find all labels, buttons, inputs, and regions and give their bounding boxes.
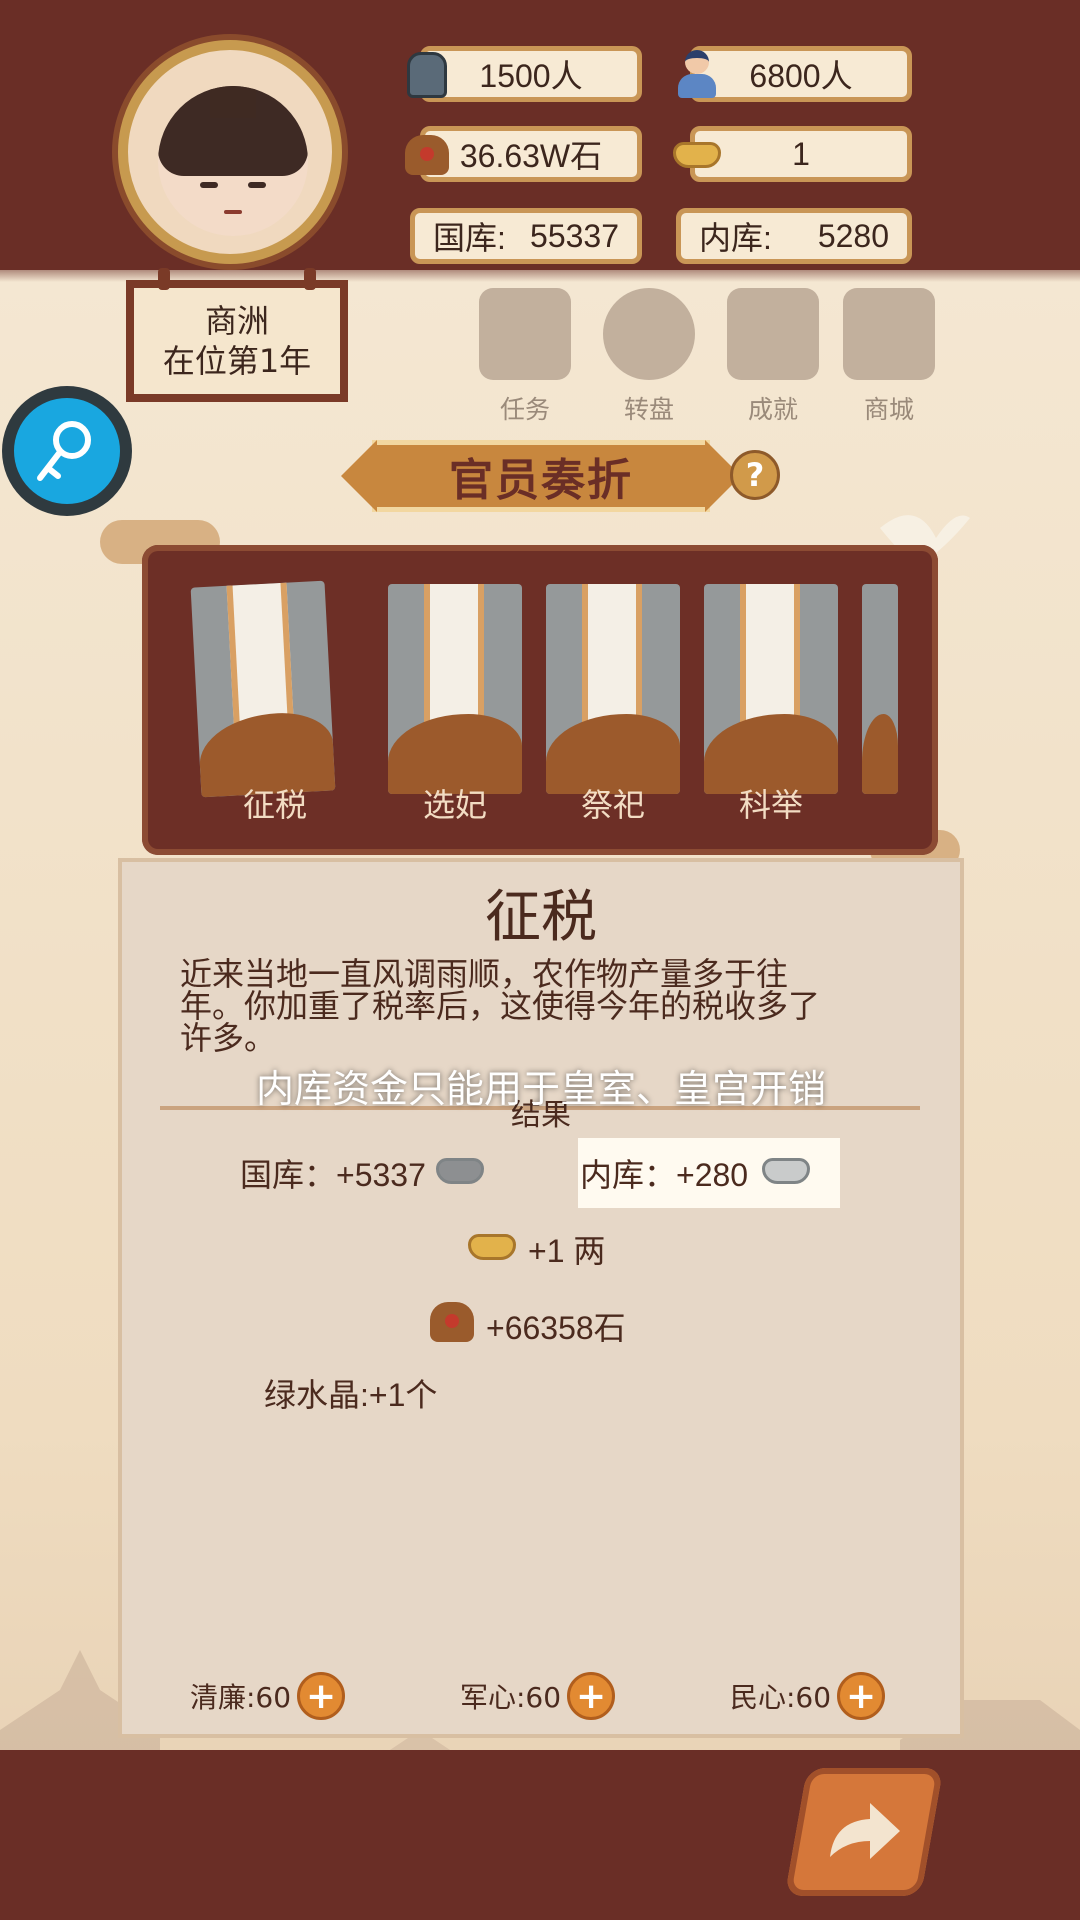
stat-integrity-label: 清廉:60 <box>190 1681 292 1714</box>
card-label-consort: 选妃 <box>422 786 487 824</box>
next-button[interactable] <box>784 1768 944 1896</box>
panel-title: 征税 <box>485 885 597 950</box>
question-icon: ? <box>745 456 765 494</box>
shop-icon <box>843 288 935 380</box>
grain-value: 36.63W石 <box>459 138 603 174</box>
army-plus-button[interactable]: + <box>567 1672 616 1720</box>
soldiers-pill: 1500人 <box>407 46 642 102</box>
menu-tasks-label: 任务 <box>499 395 550 424</box>
gold-value: 1 <box>792 135 810 172</box>
memorial-card-sacrifice[interactable] <box>546 584 680 794</box>
inner-treasury-value: 5280 <box>817 217 889 254</box>
description-line: 许多。 <box>180 1019 277 1057</box>
result-inner-treasury[interactable]: 内库：+280 <box>580 1150 811 1196</box>
wheel-icon <box>603 288 695 380</box>
result-gold-text: +1 两 <box>528 1233 606 1269</box>
citizen-icon <box>669 47 725 103</box>
grain-sack-icon <box>399 127 455 183</box>
stat-public-morale: 民心:60 + <box>730 1672 886 1720</box>
stat-army-morale: 军心:60 + <box>460 1672 616 1720</box>
result-state-treasury: 国库：+5337 <box>240 1150 484 1196</box>
menu-wheel[interactable]: 转盘 <box>594 288 704 424</box>
avatar-portrait <box>158 86 308 236</box>
stat-army-label: 军心:60 <box>460 1681 562 1714</box>
memorial-card-exam[interactable] <box>704 584 838 794</box>
result-grain-text: +66358石 <box>486 1310 626 1346</box>
public-plus-button[interactable]: + <box>837 1672 886 1720</box>
card-label-exam: 科举 <box>738 786 803 824</box>
menu-wheel-label: 转盘 <box>623 395 674 424</box>
memorial-card-tax[interactable] <box>190 580 336 798</box>
scroll-icon <box>479 288 571 380</box>
help-button[interactable]: ? <box>730 450 780 500</box>
result-crystal-text: 绿水晶:+1个 <box>264 1377 438 1413</box>
inner-treasury-label: 内库: <box>699 220 772 256</box>
description-line: 年。你加重了税率后，这使得今年的税收多了 <box>180 987 821 1025</box>
trophy-icon <box>727 288 819 380</box>
inner-treasury-pill: 内库: 5280 <box>676 208 912 264</box>
result-grain: +66358石 <box>430 1302 626 1350</box>
inner-treasury-tooltip: 内库资金只能用于皇室、皇宫开销 <box>255 1067 826 1111</box>
state-treasury-label: 国库: <box>433 220 506 256</box>
memorial-card-partial[interactable] <box>862 584 898 794</box>
menu-shop-label: 商城 <box>863 395 914 424</box>
population-value: 6800人 <box>749 58 853 94</box>
silver-ingot-icon <box>762 1155 811 1192</box>
description-line: 近来当地一直风调雨顺，农作物产量多于往 <box>180 955 789 993</box>
memorial-card-consort[interactable] <box>388 584 522 794</box>
result-inner-treasury-text: 内库：+280 <box>580 1157 749 1193</box>
key-icon <box>14 398 120 504</box>
gold-ingot-icon <box>669 127 725 183</box>
grain-sack-icon <box>430 1302 474 1350</box>
menu-tasks[interactable]: 任务 <box>470 288 580 424</box>
stat-public-label: 民心:60 <box>730 1681 832 1714</box>
integrity-plus-button[interactable]: + <box>297 1672 346 1720</box>
result-state-treasury-text: 国库：+5337 <box>240 1157 426 1193</box>
banner-title: 官员奏折 <box>449 455 633 506</box>
grain-pill: 36.63W石 <box>405 126 642 182</box>
soldiers-value: 1500人 <box>479 58 583 94</box>
card-label-tax: 征税 <box>242 786 307 824</box>
reign-year: 在位第1年 <box>162 342 312 380</box>
panel-description: 近来当地一直风调雨顺，农作物产量多于往 年。你加重了税率后，这使得今年的税收多了… <box>180 958 880 1054</box>
population-pill: 6800人 <box>678 46 912 102</box>
menu-achievements-label: 成就 <box>747 395 798 424</box>
menu-shop[interactable]: 商城 <box>834 288 944 424</box>
key-button[interactable] <box>2 386 132 516</box>
state-treasury-value: 55337 <box>530 217 619 254</box>
menu-achievements[interactable]: 成就 <box>718 288 828 424</box>
result-gold: +1 两 <box>468 1226 605 1272</box>
arrow-right-icon <box>830 1803 900 1859</box>
helmet-icon <box>399 47 455 103</box>
region-name: 商洲 <box>204 302 269 340</box>
gold-ingot-icon <box>468 1231 516 1268</box>
region-sign: 商洲 在位第1年 <box>126 268 348 402</box>
gold-pill: 1 <box>673 126 912 182</box>
emperor-avatar[interactable] <box>118 40 342 264</box>
state-treasury-pill: 国库: 55337 <box>410 208 642 264</box>
silver-ingot-icon <box>435 1155 484 1192</box>
stat-integrity: 清廉:60 + <box>190 1672 346 1720</box>
card-label-sacrifice: 祭祀 <box>580 786 645 824</box>
result-crystal: 绿水晶:+1个 <box>264 1370 437 1416</box>
memorial-banner: 官员奏折 <box>341 440 741 512</box>
